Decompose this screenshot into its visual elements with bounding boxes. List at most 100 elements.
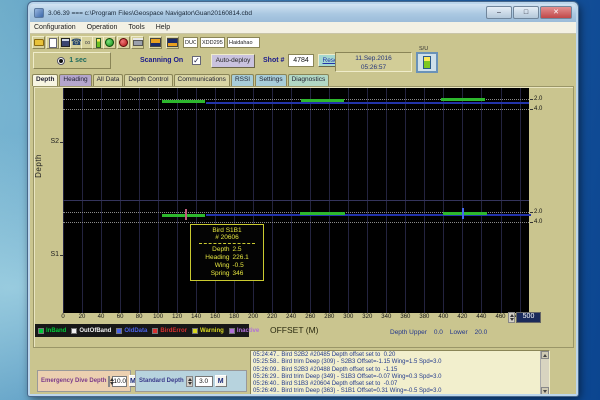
log-line: 05:26:29.. Bird trim Deep (349) - S1B3 O… [253, 374, 539, 381]
stop-button[interactable] [117, 36, 130, 49]
x-tick-label: 400 [438, 314, 448, 320]
standard-unit-button[interactable]: M [215, 375, 227, 387]
su-button[interactable] [416, 52, 438, 73]
time-text: 05:26:57 [336, 63, 411, 72]
tooltip-row: Spring346 [191, 270, 263, 278]
tooltip-row: Depth2.5 [191, 246, 263, 254]
glasses-icon: ∞ [85, 39, 91, 47]
in-band-segment [300, 212, 346, 215]
depth-upper-label: Depth Upper [390, 329, 427, 336]
legend-inactive[interactable]: Inactive [229, 328, 259, 334]
menubar: Configuration Operation Tools Help [30, 22, 576, 34]
close-button[interactable]: ✕ [540, 6, 572, 19]
x-tick-label: 200 [248, 314, 258, 320]
tab-all-data[interactable]: All Data [93, 74, 124, 86]
depth-ref-line [63, 109, 529, 110]
x-tick-label: 360 [400, 314, 410, 320]
minimize-button[interactable]: – [486, 6, 512, 19]
legend-olddata[interactable]: OldData [116, 328, 147, 334]
window-title: 3.06.39 === c:\Program Files\Geospace Na… [48, 10, 252, 17]
standard-depth-value[interactable]: 3.0 [195, 376, 213, 387]
x-tick-label: 280 [324, 314, 334, 320]
panel-divider [63, 200, 529, 201]
menu-tools[interactable]: Tools [128, 24, 144, 31]
tab-settings[interactable]: Settings [255, 74, 287, 86]
bird-marker [185, 209, 187, 220]
tooltip-row: Heading226.1 [191, 254, 263, 262]
x-tick-label: 240 [286, 314, 296, 320]
control-row: 1 sec Scanning On ✓ Auto-deploy Shot # R… [30, 51, 576, 74]
stop-icon [119, 38, 128, 47]
menu-help[interactable]: Help [156, 24, 170, 31]
legend-outofband[interactable]: OutOfBand [71, 328, 111, 334]
standard-depth-spinner[interactable] [186, 376, 193, 387]
log-line: 05:26:40.. Bird S1B3 #20604 Depth offset… [253, 381, 539, 388]
vessel-field[interactable] [227, 37, 260, 48]
app-window: 3.06.39 === c:\Program Files\Geospace Na… [28, 2, 578, 396]
offset-range-spinner[interactable] [508, 312, 515, 323]
legend-warning[interactable]: Warning [192, 328, 224, 334]
scanning-checkbox[interactable]: ✓ [192, 56, 201, 65]
scroll-up-icon[interactable] [541, 351, 549, 359]
duc-field[interactable] [183, 37, 198, 48]
x-tick-label: 20 [79, 314, 86, 320]
message-log[interactable]: 05:24:47.. Bird S2B2 #20485 Depth offset… [250, 350, 550, 396]
offset-ticks: 0204060801001201401601802002202402602803… [63, 314, 543, 322]
emergency-depth-spinner[interactable] [108, 376, 110, 387]
log-scrollbar[interactable] [540, 351, 549, 395]
emergency-depth-value[interactable]: 10.0 [112, 376, 127, 387]
start-button[interactable] [103, 36, 116, 49]
panel-label: S1 [50, 251, 59, 258]
depth-plot[interactable]: Bird S1B1 # 20606 Depth2.5Heading226.1Wi… [63, 88, 529, 313]
standard-depth-label: Standard Depth [139, 378, 184, 384]
x-tick-label: 100 [153, 314, 163, 320]
log-line: 05:26:49.. Bird trim Deep (363) - S1B1 O… [253, 388, 539, 395]
client-area: ☎∞ 1 sec Scanning On ✓ Auto-deploy Shot … [30, 34, 576, 396]
depth-scale-value: 2.0 [534, 209, 542, 215]
scroll-down-icon[interactable] [541, 387, 549, 395]
shot-input[interactable] [288, 54, 314, 67]
tab-depth[interactable]: Depth [32, 74, 58, 86]
battery-icon [96, 38, 101, 48]
su-battery-icon [423, 56, 431, 69]
legend-bar: InBandOutOfBandOldDataBirdErrorWarningIn… [35, 324, 249, 337]
legend-inband[interactable]: InBand [38, 328, 66, 334]
tab-diagnostics[interactable]: Diagnostics [288, 74, 330, 86]
legend-chip [116, 328, 122, 334]
print-icon [133, 40, 143, 46]
print-button[interactable] [131, 36, 144, 49]
menu-operation[interactable]: Operation [87, 24, 118, 31]
depth-upper-value: 0.0 [434, 329, 443, 336]
tooltip-row: Wing-0.5 [191, 262, 263, 270]
open-file-icon [34, 39, 44, 46]
depth-range-info: Depth Upper 0.0 Lower 20.0 [390, 329, 487, 336]
offset-range-input[interactable]: 500 [516, 312, 541, 323]
maximize-button[interactable]: □ [513, 6, 539, 19]
bird-down-icon [167, 38, 178, 47]
menu-configuration[interactable]: Configuration [34, 24, 76, 31]
legend-chip [38, 328, 44, 334]
depth-scale-tick [530, 212, 533, 213]
start-icon [105, 38, 114, 47]
x-tick-label: 340 [381, 314, 391, 320]
tab-rssi[interactable]: RSSI [231, 74, 254, 86]
line-field[interactable] [200, 37, 225, 48]
legend-chip [152, 328, 158, 334]
open-file-button[interactable] [32, 36, 45, 49]
bird-down-button[interactable] [166, 36, 179, 49]
legend-birderror[interactable]: BirdError [152, 328, 187, 334]
titlebar[interactable]: 3.06.39 === c:\Program Files\Geospace Na… [30, 4, 576, 22]
interval-radio[interactable] [57, 57, 65, 65]
in-band-segment [443, 212, 487, 215]
auto-deploy-button[interactable]: Auto-deploy [211, 54, 255, 68]
app-icon [34, 8, 44, 18]
bird-up-button[interactable] [149, 36, 162, 49]
bird-tooltip: Bird S1B1 # 20606 Depth2.5Heading226.1Wi… [190, 224, 264, 281]
x-tick-label: 300 [343, 314, 353, 320]
x-tick-label: 180 [229, 314, 239, 320]
new-file-button[interactable] [46, 36, 59, 49]
tab-depth-control[interactable]: Depth Control [124, 74, 172, 86]
tab-heading[interactable]: Heading [59, 74, 91, 86]
x-tick-label: 80 [136, 314, 143, 320]
tab-communications[interactable]: Communications [174, 74, 230, 86]
